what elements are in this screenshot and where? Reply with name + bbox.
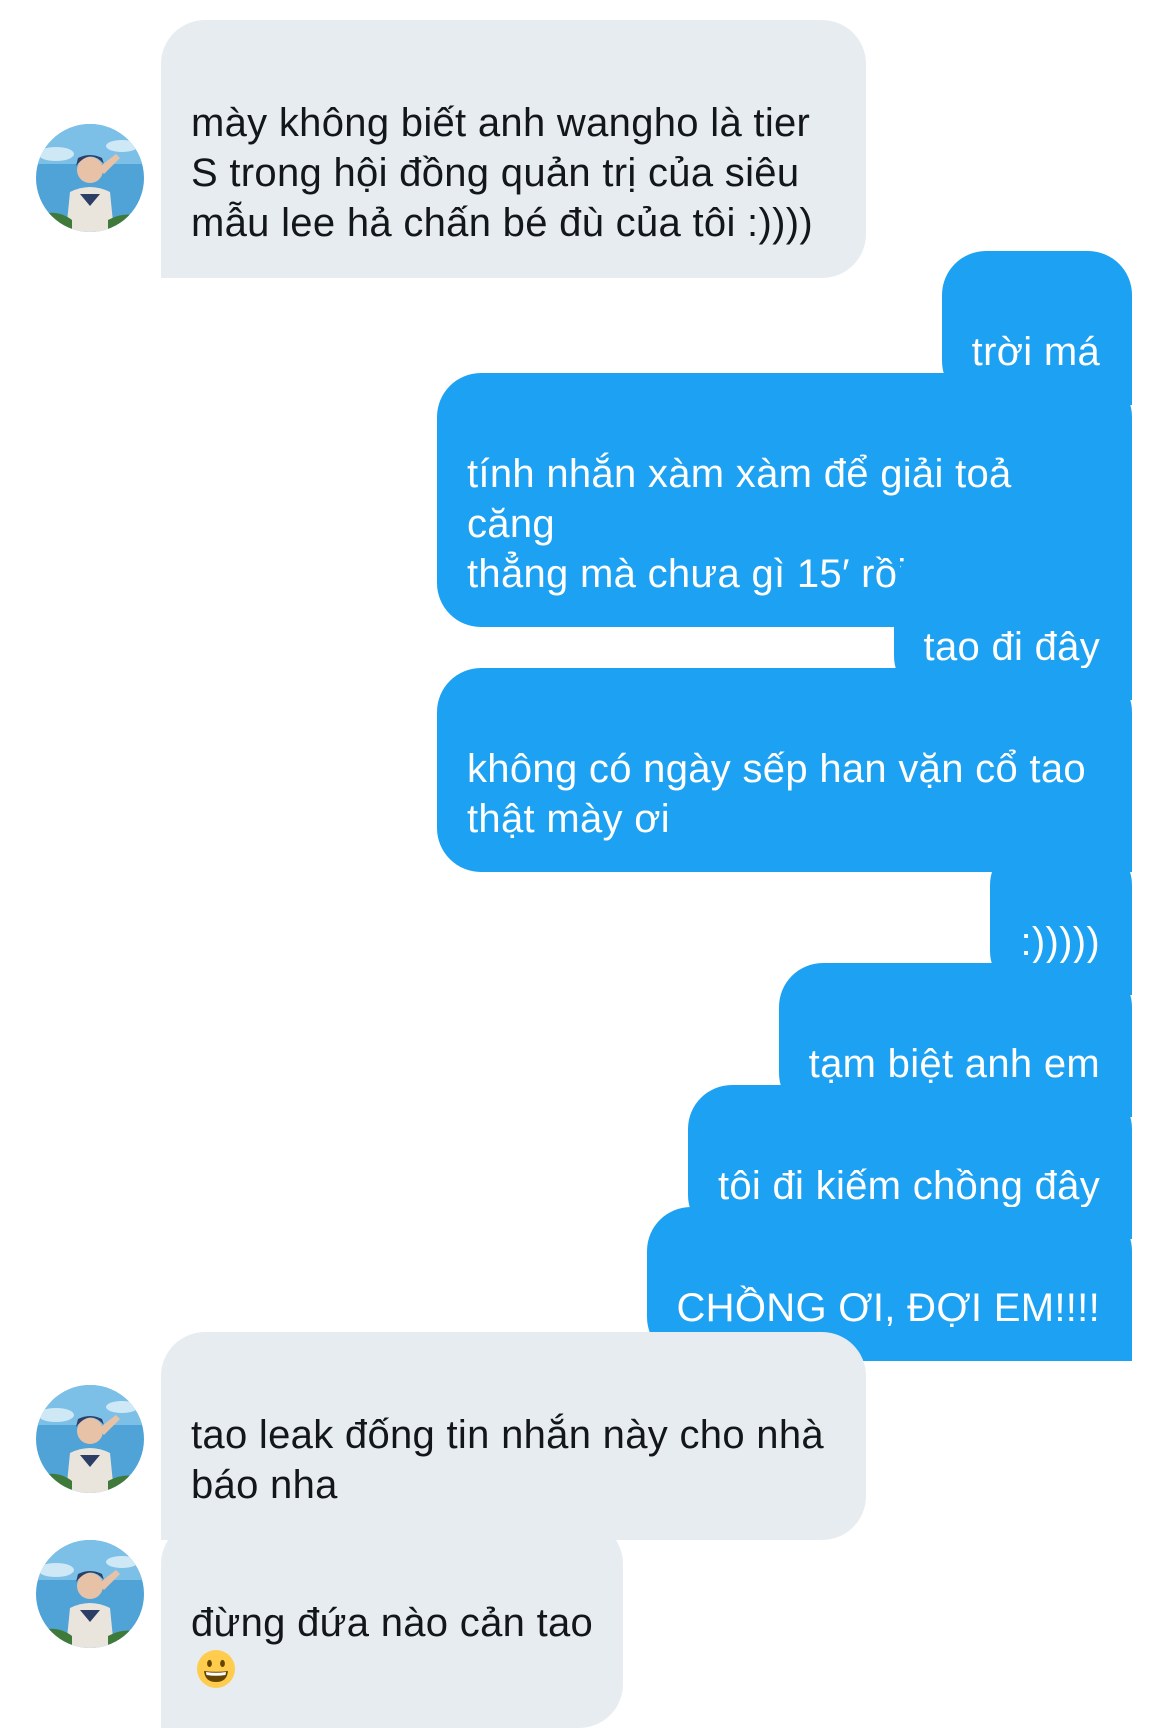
message-text: tao đi đây: [923, 625, 1100, 669]
message-text: tạm biệt anh em: [808, 1042, 1100, 1086]
message-text: không có ngày sếp han vặn cổ tao thật mà…: [467, 747, 1086, 841]
message-text: trời má: [971, 330, 1100, 374]
message-text: CHỒNG ƠI, ĐỢI EM!!!!: [676, 1286, 1100, 1330]
incoming-message[interactable]: đừng đứa nào cản tao: [161, 1520, 624, 1728]
message-text: tao leak đống tin nhắn này cho nhà báo n…: [191, 1413, 824, 1507]
grinning-face-emoji: [197, 1650, 235, 1688]
message-text: :))))): [1020, 920, 1100, 964]
sender-avatar[interactable]: [36, 1385, 144, 1493]
message-text: đừng đứa nào cản tao: [191, 1601, 594, 1645]
sender-avatar[interactable]: [36, 124, 144, 232]
incoming-message[interactable]: mày không biết anh wangho là tier S tron…: [161, 20, 866, 278]
message-text: mày không biết anh wangho là tier S tron…: [191, 101, 813, 245]
sender-avatar[interactable]: [36, 1540, 144, 1648]
incoming-message[interactable]: tao leak đống tin nhắn này cho nhà báo n…: [161, 1332, 866, 1540]
message-text: tôi đi kiếm chồng đây: [717, 1164, 1100, 1208]
